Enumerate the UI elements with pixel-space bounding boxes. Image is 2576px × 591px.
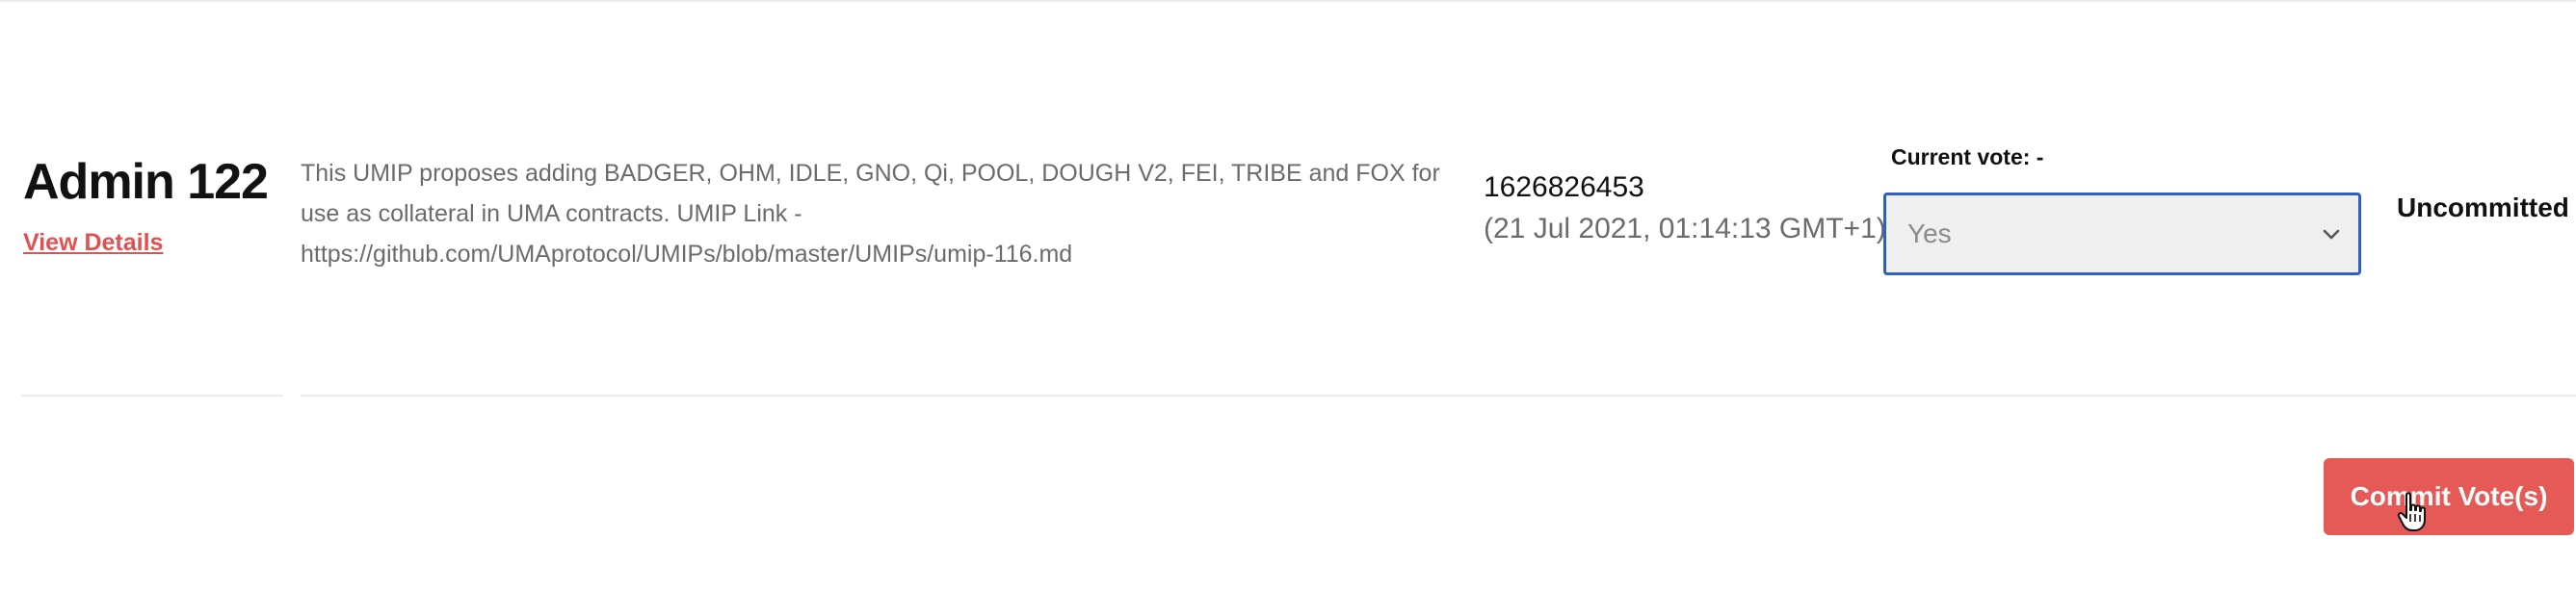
- commit-votes-button[interactable]: Commit Vote(s): [2324, 458, 2574, 535]
- vote-select[interactable]: Yes: [1883, 193, 2361, 275]
- vote-selection: Current vote: - Yes: [1883, 141, 2375, 275]
- hand-pointer-icon: [2397, 492, 2426, 531]
- vote-timestamp: 1626826453 (21 Jul 2021, 01:14:13 GMT+1): [1484, 167, 1888, 250]
- vote-select-value: Yes: [1907, 218, 1952, 248]
- timestamp-readable: (21 Jul 2021, 01:14:13 GMT+1): [1484, 213, 1886, 244]
- vote-status: Uncommitted: [2397, 193, 2569, 222]
- description-line: https://github.com/UMAprotocol/UMIPs/blo…: [301, 241, 1073, 268]
- vote-title: Admin 122: [23, 154, 269, 210]
- vote-row: Admin 122 View Details This UMIP propose…: [0, 0, 2576, 397]
- row-divider: [21, 395, 283, 397]
- chevron-down-icon: [2323, 229, 2340, 240]
- vote-identifier: Admin 122 View Details: [23, 152, 293, 257]
- vote-description: This UMIP proposes adding BADGER, OHM, I…: [301, 153, 1440, 274]
- current-vote-label: Current vote: -: [1891, 144, 2044, 169]
- description-line: This UMIP proposes adding BADGER, OHM, I…: [301, 160, 1440, 187]
- view-details-link[interactable]: View Details: [23, 229, 163, 257]
- timestamp-epoch: 1626826453: [1484, 171, 1644, 203]
- vote-page: Admin 122 View Details This UMIP propose…: [0, 0, 2576, 591]
- row-divider: [301, 395, 2576, 397]
- description-line: use as collateral in UMA contracts. UMIP…: [301, 200, 802, 227]
